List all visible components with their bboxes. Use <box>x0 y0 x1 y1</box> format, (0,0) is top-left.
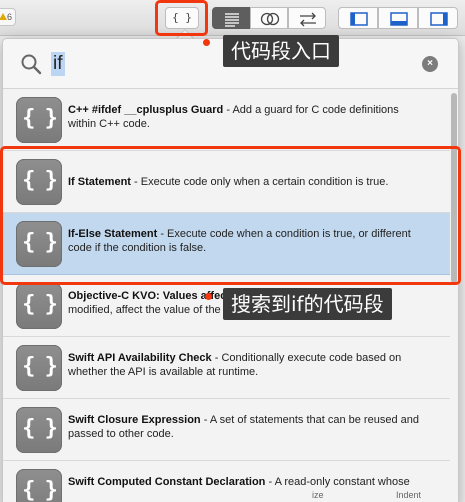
braces-icon: { } <box>172 11 192 24</box>
standard-editor-icon <box>225 13 239 27</box>
assistant-editor-button[interactable] <box>250 7 288 29</box>
snippet-row[interactable]: { } C++ #ifdef __cplusplus Guard - Add a… <box>3 89 452 151</box>
snippet-title: Swift Closure Expression <box>68 414 201 426</box>
snippet-text: C++ #ifdef __cplusplus Guard - Add a gua… <box>68 104 399 130</box>
peek-label-left: ize <box>312 490 324 500</box>
utilities-toggle-icon <box>430 12 448 26</box>
snippet-description: modified, affect the value of the de <box>68 304 236 316</box>
snippet-braces-icon: { } <box>16 469 62 502</box>
navigator-toggle-button[interactable] <box>338 7 378 29</box>
snippet-text: Swift Computed Constant Declaration - A … <box>68 476 410 488</box>
annotation-search-result: 搜索到if的代码段 <box>223 288 392 320</box>
snippet-braces-icon: { } <box>16 97 62 143</box>
snippet-row-selected[interactable]: { } If-Else Statement - Execute code whe… <box>3 213 452 275</box>
snippet-braces-icon: { } <box>16 159 62 205</box>
peek-label-right: Indent <box>396 490 422 500</box>
snippet-text: If Statement - Execute code only when a … <box>68 176 389 188</box>
version-editor-icon <box>300 12 316 27</box>
utilities-toggle-button[interactable] <box>418 7 458 29</box>
snippet-description: A read-only constant whose <box>274 476 410 488</box>
debug-area-toggle-button[interactable] <box>378 7 418 29</box>
snippet-braces-icon: { } <box>16 345 62 391</box>
snippet-library-button[interactable]: { } <box>165 7 199 29</box>
snippet-title: Swift API Availability Check <box>68 352 212 364</box>
snippet-text: If-Else Statement - Execute code when a … <box>68 228 411 254</box>
scrollbar-thumb[interactable] <box>451 93 457 283</box>
snippet-row[interactable]: { } Swift Closure Expression - A set of … <box>3 399 452 461</box>
annotation-pointer-dot <box>205 293 212 300</box>
snippet-text: Swift Closure Expression - A set of stat… <box>68 414 419 440</box>
snippet-text: Swift API Availability Check - Condition… <box>68 352 402 378</box>
version-editor-button[interactable] <box>288 7 326 29</box>
clear-search-icon[interactable]: × <box>422 56 438 72</box>
issue-badge[interactable]: 6 <box>0 8 16 26</box>
assistant-editor-icon <box>260 12 280 26</box>
snippet-braces-icon: { } <box>16 407 62 453</box>
issue-count: 6 <box>6 12 12 22</box>
snippet-braces-icon: { } <box>16 283 62 329</box>
snippet-braces-icon: { } <box>16 221 62 267</box>
debug-area-toggle-icon <box>390 12 408 26</box>
snippet-description: Execute code only when a certain conditi… <box>140 176 389 188</box>
snippet-title: If Statement <box>68 176 131 188</box>
search-icon <box>21 54 42 75</box>
snippet-title: Swift Computed Constant Declaration <box>68 476 266 488</box>
annotation-snippet-entry: 代码段入口 <box>223 35 339 67</box>
snippet-title: Objective-C KVO: Values affec <box>68 290 227 302</box>
snippet-row[interactable]: { } Swift API Availability Check - Condi… <box>3 337 452 399</box>
warning-icon <box>0 13 7 20</box>
search-input[interactable]: if <box>51 52 65 76</box>
snippet-title: C++ #ifdef __cplusplus Guard <box>68 104 224 116</box>
xcode-toolbar: 6 { } <box>0 0 465 36</box>
standard-editor-button[interactable] <box>212 7 250 29</box>
snippet-row[interactable]: { } If Statement - Execute code only whe… <box>3 151 452 213</box>
snippet-row[interactable]: { } Swift Computed Constant Declaration … <box>3 461 452 502</box>
annotation-pointer-dot <box>203 39 210 46</box>
snippet-title: If-Else Statement <box>68 228 158 240</box>
navigator-toggle-icon <box>350 12 368 26</box>
snippet-library-popover: if × { } C++ #ifdef __cplusplus Guard - … <box>2 38 459 502</box>
